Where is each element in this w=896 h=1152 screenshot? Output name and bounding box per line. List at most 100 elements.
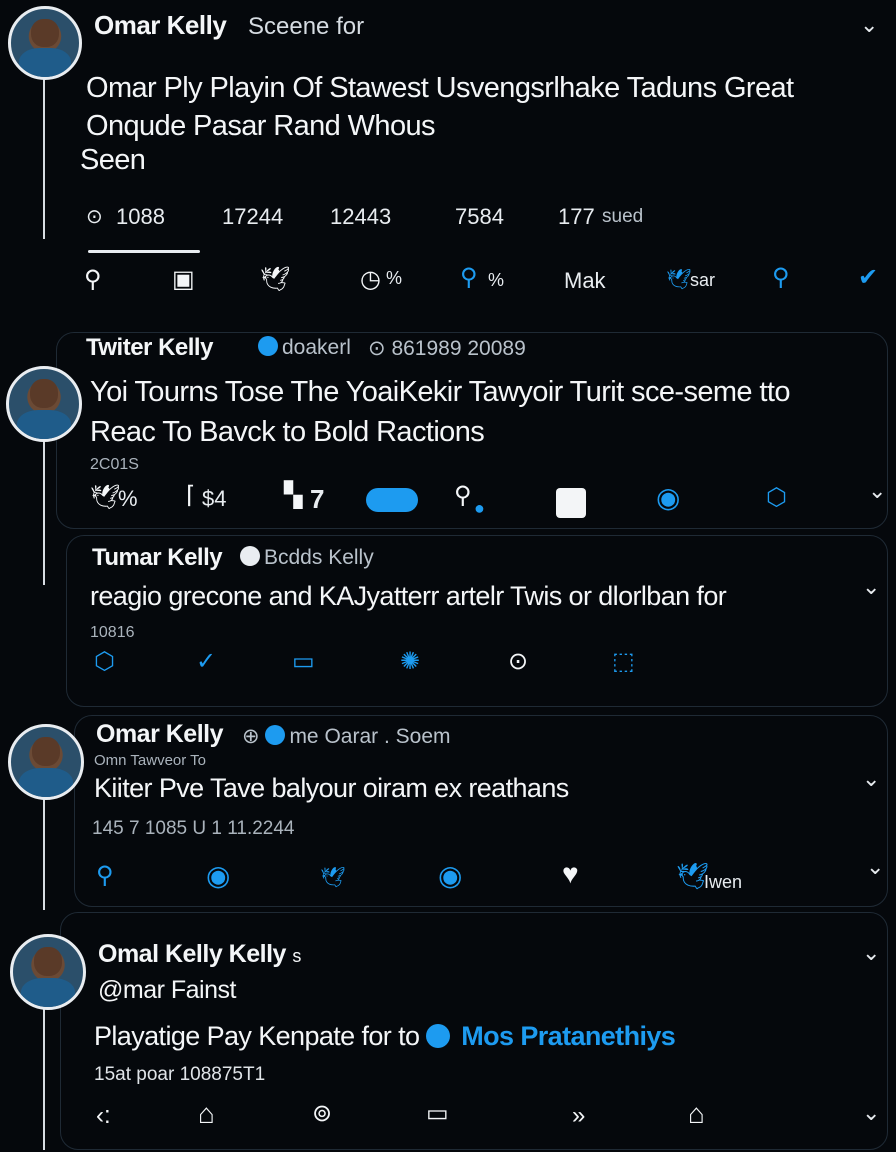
square-icon[interactable]: ▣ [172,268,195,292]
verified-icon [258,336,278,357]
search-icon[interactable]: ◉ [438,862,462,890]
stat-suffix: sued [602,206,644,227]
author-name[interactable]: Omar Kelly [96,720,224,749]
avatar-body [19,48,71,77]
verified-icon [240,546,260,567]
timestamp: 15at poar 108875T1 [94,1064,266,1085]
home-icon[interactable]: ⌂ [198,1100,215,1128]
avatar-head [30,378,58,409]
action-label[interactable]: Mak [564,268,606,294]
avatar-head [31,18,59,48]
heart-icon[interactable]: ♥ [562,860,579,888]
bracket-icon[interactable]: ⌈ [186,484,195,508]
chat-icon[interactable]: ⬚ [612,650,635,674]
chevron-down-icon[interactable]: ⌄ [862,1100,880,1126]
author-handle[interactable]: @mar Fainst [98,976,236,1005]
search-icon[interactable]: ⚲ [84,268,102,292]
search-icon[interactable]: ◉ [656,484,680,512]
share-icon[interactable]: ‹: [96,1104,111,1128]
sparkle-icon[interactable]: ✺ [400,650,420,674]
tweet-text-line: Reac To Bavck to Bold Ractions [90,416,485,448]
clock-icon[interactable]: ◷ [360,268,381,292]
verified-icon [426,1023,451,1048]
avatar[interactable] [10,934,86,1010]
chevron-down-icon[interactable]: ⌄ [862,574,880,600]
tweet-text-line: Yoi Tourns Tose The YoaiKekir Tawyoir Tu… [90,376,790,408]
chat-icon[interactable]: ⊚ [312,1102,332,1126]
avatar-head [32,736,60,767]
media-icon[interactable]: ▚ [284,484,302,508]
reaction-pill-icon[interactable] [366,488,418,512]
author-name[interactable]: Tumar Kelly [92,544,223,572]
handle-text: doakerl [282,336,351,359]
chevron-down-icon[interactable]: ⌄ [862,766,880,792]
location-icon[interactable]: ⊙ [508,650,528,674]
author-handle[interactable]: ⊕ me Oarar . Soem [242,724,451,749]
chevron-down-icon[interactable]: ⌄ [862,940,880,966]
tab-underline [88,250,200,253]
thread-line [43,1005,45,1150]
name-text: Omal Kelly Kelly [98,940,286,968]
search-icon[interactable]: ⚲ [460,266,478,290]
check-icon[interactable]: ✔ [858,266,878,290]
author-handle[interactable]: Bcdds Kelly [240,546,374,570]
search-icon[interactable]: ⚲ [454,484,472,508]
action-label[interactable]: $4 [202,486,226,512]
thread-line [43,435,45,585]
avatar[interactable] [8,724,84,800]
timestamp: 10816 [90,624,135,641]
tweet-text-line: Omar Ply Playin Of Stawest Usvengsrlhake… [86,72,794,104]
location-icon[interactable]: ⚲ [96,864,114,888]
avatar[interactable] [8,6,82,80]
author-name[interactable]: Twiter Kelly [86,334,213,362]
handle-text: me Oarar . Soem [289,725,451,748]
verified-icon [265,725,286,746]
action-label[interactable]: 7 [310,484,324,515]
stat-bookmarks[interactable]: 177 [558,204,595,230]
action-label[interactable]: sar [690,270,715,291]
chat-icon[interactable]: ● [474,496,485,520]
avatar-body [19,767,73,797]
action-label[interactable]: Iwen [704,872,742,893]
mention-link[interactable]: Mos Pratanethiys [461,1021,676,1051]
action-label[interactable]: % [118,486,138,512]
message-icon[interactable]: ▭ [426,1102,449,1126]
chevron-down-icon[interactable]: ⌄ [868,478,886,504]
chevron-down-icon[interactable]: ⌄ [860,12,878,38]
action-label[interactable]: % [488,270,504,291]
thread-line [43,74,45,239]
tv-icon[interactable]: ▭ [292,650,315,674]
action-label[interactable]: % [386,268,402,289]
bird-icon[interactable]: 🕊 [320,866,345,890]
shield-icon[interactable]: ⬡ [766,486,787,510]
author-handle[interactable]: doakerl [258,336,351,360]
author-handle[interactable]: Sceene for [248,13,364,41]
chevron-down-icon[interactable]: ⌄ [866,854,884,880]
search-icon[interactable]: ⚲ [772,266,790,290]
tweet-text-line: Seen [80,144,146,176]
tweet-stats: 145 7 1085 U 1 11.2244 [92,818,295,839]
avatar[interactable] [6,366,82,442]
stat-replies[interactable]: 1088 [116,204,165,230]
forward-icon[interactable]: » [572,1104,585,1128]
check-icon[interactable]: ✓ [196,650,216,674]
search-icon[interactable]: ◉ [206,862,230,890]
stat-retweets[interactable]: 17244 [222,204,283,230]
handle-text: Bcdds Kelly [264,546,374,569]
info-icon: ⊕ [242,725,266,748]
author-subhandle: Omn Tawveor To [94,752,206,769]
bird-icon[interactable]: 🕊 [260,268,290,292]
bird-icon[interactable]: 🕊 [666,268,691,292]
shield-icon[interactable]: ⬡ [94,650,115,674]
stat-views[interactable]: 7584 [455,204,504,230]
author-name[interactable]: Omal Kelly Kelly s [98,940,301,969]
author-name[interactable]: Omar Kelly [94,10,227,41]
tweet-text-prefix: Playatige Pay Kenpate for to [94,1021,420,1051]
clock-icon: ⊙ [368,337,392,360]
bird-icon[interactable]: 🕊 [90,486,120,510]
stat-likes[interactable]: 12443 [330,204,391,230]
tweet-text-line: Onqude Pasar Rand Whous [86,110,436,142]
home-icon[interactable]: ⌂ [688,1100,705,1128]
avatar-body [17,409,71,439]
share-icon[interactable] [556,488,586,518]
